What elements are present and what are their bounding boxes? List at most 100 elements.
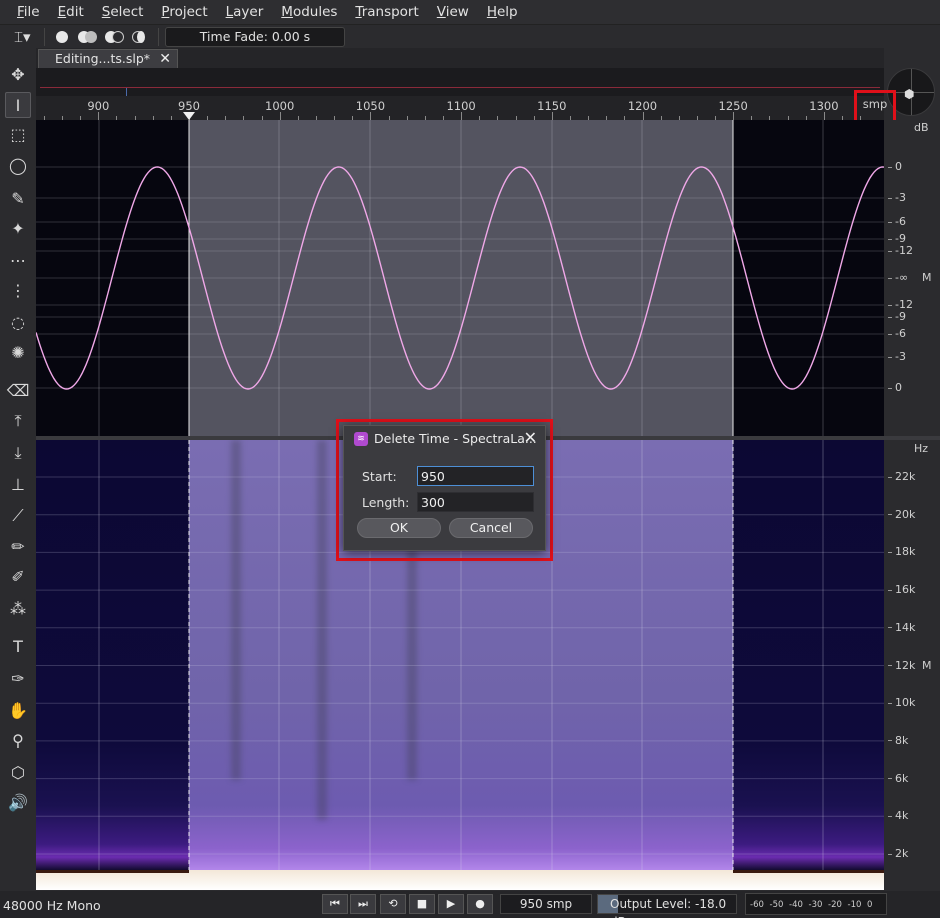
hz-scale-label: 10k — [888, 696, 915, 709]
ruler-label: 1300 — [809, 99, 839, 113]
menu-modules[interactable]: Modules — [272, 0, 346, 24]
skip-forward-icon[interactable]: ⏭ — [350, 894, 376, 914]
waveform-view[interactable] — [36, 120, 884, 436]
ruler-tick — [733, 112, 735, 120]
ruler-tick — [823, 112, 825, 120]
harmonics-select-icon[interactable]: ⋯ — [5, 248, 31, 274]
hz-scale-label: 18k — [888, 545, 915, 558]
menu-view[interactable]: View — [428, 0, 478, 24]
time-ruler[interactable]: 900 950 1000 1050 1100 1150 1200 1250 1300 — [36, 96, 884, 120]
meter-scale-label: -50 — [769, 900, 784, 910]
ibeam-tool-icon[interactable]: ⌶▾ — [14, 28, 38, 46]
selection-start-marker[interactable] — [183, 112, 195, 120]
db-scale-label: 0 — [888, 160, 902, 173]
clone-stamp-icon[interactable]: ⊥ — [5, 472, 31, 498]
hz-scale-label: 2k — [888, 847, 908, 860]
menu-project[interactable]: Project — [152, 0, 216, 24]
mode-subtract-icon[interactable] — [104, 29, 126, 45]
menu-transport[interactable]: Transport — [346, 0, 427, 24]
stop-icon[interactable]: ■ — [409, 894, 435, 914]
pen-tool-icon[interactable]: ✐ — [5, 564, 31, 590]
time-fade-field[interactable]: Time Fade: 0.00 s — [165, 27, 345, 47]
move-tool-icon[interactable]: ✥ — [5, 62, 31, 88]
ruler-label: 950 — [178, 99, 200, 113]
position-display[interactable]: 950 smp — [500, 894, 592, 914]
ruler-tick — [98, 112, 100, 120]
db-scale-label: -3 — [888, 191, 906, 204]
db-scale-label: -9 — [888, 310, 906, 323]
amplify-tool-icon[interactable]: ⤒ — [5, 408, 31, 434]
db-scale-label: -6 — [888, 327, 906, 340]
options-toolbar: ⌶▾ Time Fade: 0.00 s — [0, 24, 940, 48]
lasso-tool-icon[interactable]: ◯ — [5, 153, 31, 179]
attenuate-tool-icon[interactable]: ⤓ — [5, 440, 31, 466]
ok-button[interactable]: OK — [357, 518, 441, 538]
delete-time-dialog: Delete Time - SpectraLa... ≋ ✕ Start: Le… — [343, 425, 546, 551]
frequency-select-icon[interactable]: ⋮ — [5, 278, 31, 304]
eraser-tool-icon[interactable]: ⌫ — [5, 378, 31, 404]
play-icon[interactable]: ▶ — [438, 894, 464, 914]
cube-icon: ⬢ — [904, 87, 915, 101]
hz-scale-label: 8k — [888, 734, 908, 747]
ruler-label: 1200 — [627, 99, 658, 113]
rectangle-select-icon[interactable]: ⬚ — [5, 122, 31, 148]
spot-select-icon[interactable]: ✺ — [5, 340, 31, 366]
menu-select[interactable]: Select — [93, 0, 153, 24]
db-scale-label: -∞ — [888, 271, 908, 284]
db-scale-label: 0 — [888, 381, 902, 394]
tab-close-icon[interactable]: ✕ — [159, 50, 171, 68]
spray-tool-icon[interactable]: ⁂ — [5, 596, 31, 622]
skip-back-icon[interactable]: ⏮ — [322, 894, 348, 914]
spectralayers-app-icon: ≋ — [354, 432, 368, 446]
tool-palette: ✥ I ⬚ ◯ ✎ ✦ ⋯ ⋮ ◌ ✺ ⌫ ⤒ ⤓ ⊥ ⟋ ✏ ✐ ⁂ T ✑ … — [0, 48, 36, 898]
cancel-button[interactable]: Cancel — [449, 518, 533, 538]
hz-scale-label: 4k — [888, 809, 908, 822]
start-label: Start: — [362, 469, 397, 484]
meter-scale-label: 0 — [867, 900, 873, 910]
3d-view-icon[interactable]: ⬡ — [5, 760, 31, 786]
document-tab[interactable]: Editing...ts.slp* ✕ — [38, 49, 178, 68]
meter-scale-label: -10 — [847, 900, 862, 910]
eyedropper-icon[interactable]: ✑ — [5, 666, 31, 692]
db-unit-label: dB — [914, 121, 929, 134]
length-input[interactable] — [417, 492, 534, 512]
level-meter: -60 -50 -40 -30 -20 -10 0 — [745, 893, 887, 915]
hand-tool-icon[interactable]: ✋ — [5, 698, 31, 724]
menu-help[interactable]: Help — [478, 0, 527, 24]
menu-edit[interactable]: Edit — [49, 0, 93, 24]
tab-title: Editing...ts.slp* — [55, 51, 151, 66]
channel-label: M — [922, 271, 932, 284]
loop-icon[interactable]: ⟲ — [380, 894, 406, 914]
ruler-label: 1100 — [446, 99, 476, 113]
menu-layer[interactable]: Layer — [217, 0, 273, 24]
hz-scale-label: 22k — [888, 470, 915, 483]
zoom-tool-icon[interactable]: ⚲ — [5, 728, 31, 754]
dialog-close-icon[interactable]: ✕ — [524, 428, 537, 447]
overview-strip[interactable] — [36, 68, 884, 96]
brush-select-icon[interactable]: ✎ — [5, 186, 31, 212]
record-icon[interactable]: ● — [467, 894, 493, 914]
sound-select-icon[interactable]: ◌ — [5, 310, 31, 336]
spectrogram-low-band — [36, 870, 884, 890]
time-selection-tool-icon[interactable]: I — [5, 92, 31, 118]
crossfade-tool-icon[interactable]: ⟋ — [5, 503, 31, 529]
mode-add-icon[interactable] — [77, 29, 99, 45]
mode-new-icon[interactable] — [52, 29, 74, 45]
ruler-label: 1000 — [265, 99, 295, 113]
meter-scale-label: -20 — [828, 900, 842, 910]
start-input[interactable] — [417, 466, 534, 486]
text-tool-icon[interactable]: T — [5, 634, 31, 660]
mode-intersect-icon[interactable] — [131, 29, 153, 45]
hz-unit-label: Hz — [914, 442, 929, 455]
low-band-edge — [733, 870, 884, 873]
output-level-control[interactable]: Output Level: -18.0 dB — [597, 894, 737, 918]
length-label: Length: — [362, 495, 410, 510]
menu-file[interactable]: File — [8, 0, 49, 24]
document-tabs: Editing...ts.slp* ✕ — [36, 48, 884, 68]
frequency-scale: Hz 22k 20k 18k 16k 14k 12k 10k 8k 6k 4k 2k M — [884, 440, 940, 890]
meter-scale-label: -40 — [789, 900, 803, 910]
pencil-tool-icon[interactable]: ✏ — [5, 534, 31, 560]
speaker-tool-icon[interactable]: 🔊 — [5, 790, 31, 816]
meter-scale-label: -30 — [808, 900, 823, 910]
magic-wand-icon[interactable]: ✦ — [5, 216, 31, 242]
